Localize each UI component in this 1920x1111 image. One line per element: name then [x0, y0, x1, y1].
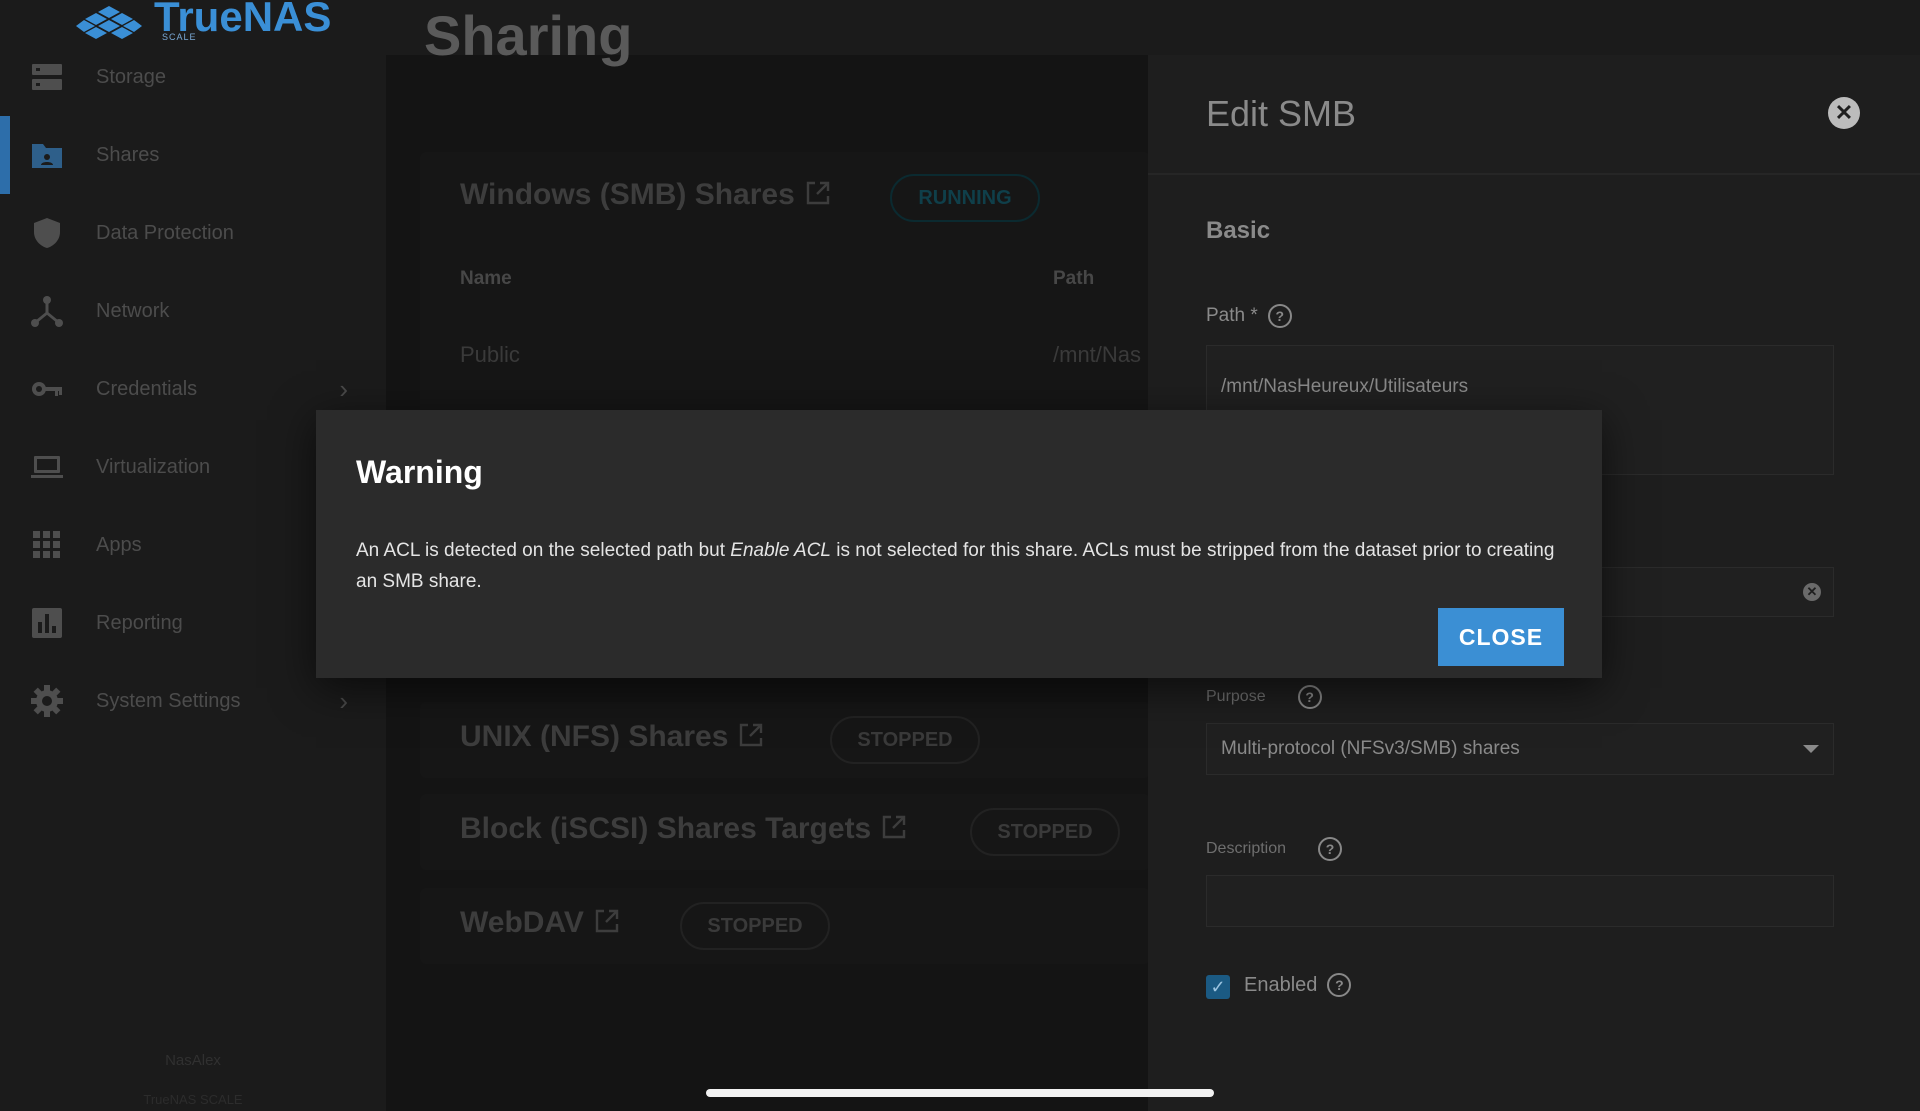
nfs-status-badge: STOPPED [830, 716, 980, 764]
description-label: Description ? [1206, 837, 1343, 861]
clear-icon[interactable]: ✕ [1803, 583, 1821, 601]
enabled-checkbox[interactable]: ✓ [1206, 975, 1230, 999]
hostname: NasAlex [165, 1052, 221, 1069]
dialog-message-emphasis: Enable ACL [730, 540, 831, 561]
purpose-label-text: Purpose [1206, 688, 1266, 705]
description-field[interactable] [1206, 875, 1834, 927]
purpose-select[interactable]: Multi-protocol (NFSv3/SMB) shares [1206, 723, 1834, 775]
share-path-cell: /mnt/Nas [1053, 342, 1142, 367]
smb-card-title-text: Windows (SMB) Shares [460, 178, 795, 211]
enabled-label: Enabled ? [1244, 973, 1352, 997]
sidebar-item-storage[interactable]: Storage [0, 38, 386, 116]
section-title-basic: Basic [1206, 217, 1271, 244]
help-icon[interactable]: ? [1267, 304, 1292, 328]
close-button[interactable]: CLOSE [1438, 608, 1564, 666]
sidebar-item-label: Network [96, 299, 170, 322]
chevron-down-icon [1803, 745, 1819, 753]
nfs-shares-card: UNIX (NFS) Shares STOPPED [420, 702, 1150, 778]
share-name-cell[interactable]: Public [460, 342, 520, 368]
sidebar-item-shares[interactable]: Shares [0, 116, 386, 194]
gear-icon [31, 685, 63, 717]
shares-icon [32, 144, 62, 168]
description-label-text: Description [1206, 840, 1287, 857]
sidebar-item-label: Data Protection [96, 221, 234, 244]
external-link-icon[interactable] [805, 180, 831, 206]
shield-icon [34, 218, 60, 248]
webdav-card-title[interactable]: WebDAV [460, 906, 620, 940]
smb-status-badge: RUNNING [890, 174, 1040, 222]
iscsi-status-badge: STOPPED [970, 808, 1120, 856]
webdav-status-badge: STOPPED [680, 902, 830, 950]
bar-chart-icon [32, 608, 62, 638]
sidebar-item-label: Virtualization [96, 455, 211, 478]
external-link-icon[interactable] [738, 722, 764, 748]
dialog-title: Warning [356, 454, 483, 490]
help-icon[interactable]: ? [1297, 685, 1322, 709]
purpose-select-value: Multi-protocol (NFSv3/SMB) shares [1221, 738, 1520, 759]
enabled-label-text: Enabled [1244, 973, 1318, 996]
laptop-icon [31, 456, 63, 478]
path-label: Path * ? [1206, 304, 1292, 328]
iscsi-shares-card: Block (iSCSI) Shares Targets STOPPED [420, 794, 1150, 870]
key-icon [32, 382, 62, 396]
smb-card-title[interactable]: Windows (SMB) Shares [460, 178, 831, 212]
home-indicator[interactable] [706, 1089, 1214, 1097]
column-header-name: Name [460, 268, 512, 289]
path-field-value: /mnt/NasHeureux/Utilisateurs [1221, 376, 1469, 397]
sidebar-item-label: System Settings [96, 689, 241, 712]
path-label-text: Path * [1206, 305, 1258, 326]
nfs-card-title[interactable]: UNIX (NFS) Shares [460, 720, 764, 754]
panel-header: Edit SMB ✕ [1148, 55, 1920, 175]
sidebar-item-label: Shares [96, 143, 160, 166]
chevron-right-icon: › [339, 373, 348, 404]
webdav-card-title-text: WebDAV [460, 906, 584, 939]
external-link-icon[interactable] [881, 814, 907, 840]
apps-grid-icon [33, 531, 60, 558]
help-icon[interactable]: ? [1327, 973, 1352, 997]
close-icon[interactable]: ✕ [1828, 97, 1860, 129]
dialog-message: An ACL is detected on the selected path … [356, 535, 1556, 597]
sidebar-item-network[interactable]: Network [0, 272, 386, 350]
iscsi-card-title[interactable]: Block (iSCSI) Shares Targets [460, 812, 907, 846]
help-icon[interactable]: ? [1318, 837, 1343, 861]
warning-dialog: Warning An ACL is detected on the select… [316, 410, 1602, 678]
dialog-message-part1: An ACL is detected on the selected path … [356, 540, 731, 561]
external-link-icon[interactable] [594, 908, 620, 934]
webdav-shares-card: WebDAV STOPPED [420, 888, 1150, 964]
sidebar-item-label: Apps [96, 533, 142, 556]
sidebar-item-data-protection[interactable]: Data Protection [0, 194, 386, 272]
network-icon [31, 296, 63, 327]
storage-icon [32, 64, 62, 90]
product-name: TrueNAS SCALE [143, 1092, 243, 1107]
chevron-right-icon: › [339, 685, 348, 716]
iscsi-card-title-text: Block (iSCSI) Shares Targets [460, 812, 872, 845]
sidebar-item-label: Credentials [96, 377, 198, 400]
nfs-card-title-text: UNIX (NFS) Shares [460, 720, 729, 753]
sidebar-item-label: Storage [96, 65, 167, 88]
purpose-label: Purpose ? [1206, 685, 1322, 709]
column-header-path: Path [1053, 268, 1095, 289]
panel-title: Edit SMB [1206, 93, 1357, 134]
page-title: Sharing [424, 4, 633, 67]
sidebar-item-label: Reporting [96, 611, 183, 634]
